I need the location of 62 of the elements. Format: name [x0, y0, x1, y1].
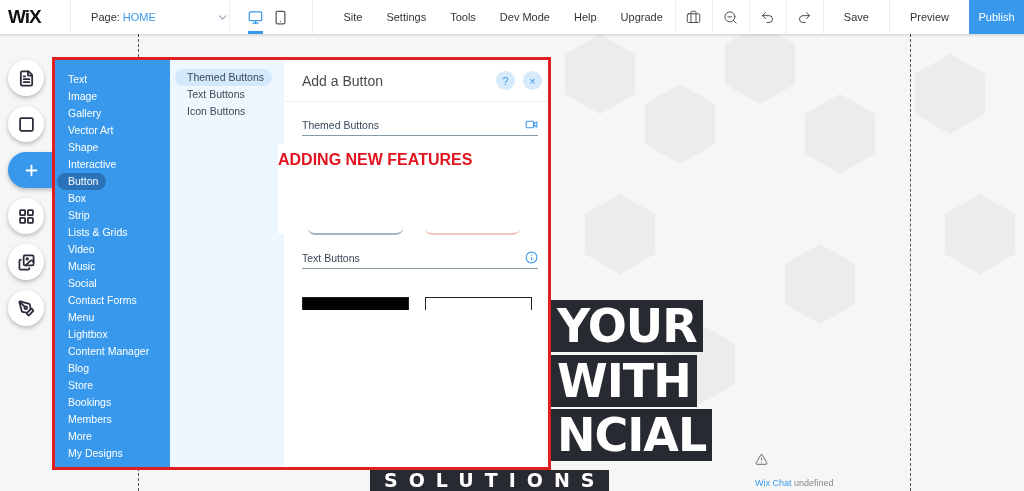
help-button[interactable]: ? [496, 71, 515, 90]
page-selector[interactable]: Page: HOME [70, 0, 230, 34]
category-item[interactable]: Contact Forms [55, 292, 145, 309]
category-item[interactable]: Vector Art [55, 122, 122, 139]
headline-text: SOLUTIONS [370, 470, 610, 491]
top-nav-link[interactable]: Dev Mode [487, 11, 562, 23]
headline-text: WITH [551, 355, 697, 407]
category-item[interactable]: Lists & Grids [55, 224, 136, 241]
chat-link[interactable]: Wix Chat [755, 478, 792, 488]
logo[interactable]: WiX [0, 6, 55, 28]
category-item[interactable]: Box [55, 190, 95, 207]
category-item[interactable]: Menu [55, 309, 103, 326]
images-icon [17, 253, 35, 271]
toolbar-button[interactable]: Save [822, 0, 889, 34]
category-item[interactable]: Shape [55, 139, 107, 156]
pen-nib-icon [17, 299, 35, 317]
pen-nib-button[interactable] [8, 290, 44, 326]
category-item[interactable]: Text [55, 71, 96, 88]
top-nav-link[interactable]: Help [561, 11, 609, 23]
category-item[interactable]: Interactive [55, 156, 125, 173]
top-nav-link[interactable]: Site [331, 11, 375, 23]
publish-button[interactable]: Publish [969, 0, 1024, 34]
top-nav-link[interactable]: Upgrade [608, 11, 675, 23]
close-button[interactable]: × [523, 71, 542, 90]
warning-icon [755, 453, 768, 466]
annotation-text: ADDING NEW FEATURES [278, 150, 474, 169]
subcategory-item[interactable]: Themed Buttons [175, 69, 273, 86]
category-item[interactable]: Lightbox [55, 326, 116, 343]
category-item[interactable]: My Designs [55, 445, 131, 462]
desktop-icon [248, 9, 264, 25]
category-item[interactable]: Blog [55, 360, 97, 377]
category-item[interactable]: Strip [55, 207, 98, 224]
category-item[interactable]: Bookings [55, 394, 120, 411]
images-button[interactable] [8, 244, 44, 280]
square-button[interactable] [8, 106, 44, 142]
panel-title: Add a Button [302, 72, 383, 89]
square-icon [17, 115, 35, 133]
category-item[interactable]: Store [55, 377, 102, 394]
camera-icon[interactable] [525, 118, 538, 131]
category-item[interactable]: Video [55, 241, 103, 258]
category-item[interactable]: Music [55, 258, 104, 275]
category-item[interactable]: Image [55, 88, 106, 105]
plus-button[interactable] [8, 152, 54, 188]
category-item[interactable]: Content Manager [55, 343, 158, 360]
info-icon[interactable] [525, 251, 538, 264]
section-title: Themed Buttons [302, 118, 380, 131]
category-item[interactable]: Social [55, 275, 105, 292]
category-item[interactable]: Gallery [55, 105, 110, 122]
category-item[interactable]: More [55, 428, 100, 445]
subcategory-item[interactable]: Text Buttons [175, 86, 253, 103]
category-item[interactable]: Button [57, 173, 107, 190]
document-button[interactable] [8, 60, 44, 96]
category-item[interactable]: Members [55, 411, 120, 428]
chat-status: Wix Chat undefined [755, 478, 834, 488]
headline-text: YOUR [551, 300, 703, 352]
mobile-icon [273, 9, 289, 25]
headline-text: NCIAL [551, 409, 713, 461]
section-title: Text Buttons [302, 251, 360, 264]
document-icon [17, 69, 35, 87]
top-nav-link[interactable]: Tools [438, 11, 488, 23]
top-nav-link[interactable]: Settings [374, 11, 439, 23]
subcategory-item[interactable]: Icon Buttons [175, 103, 254, 120]
